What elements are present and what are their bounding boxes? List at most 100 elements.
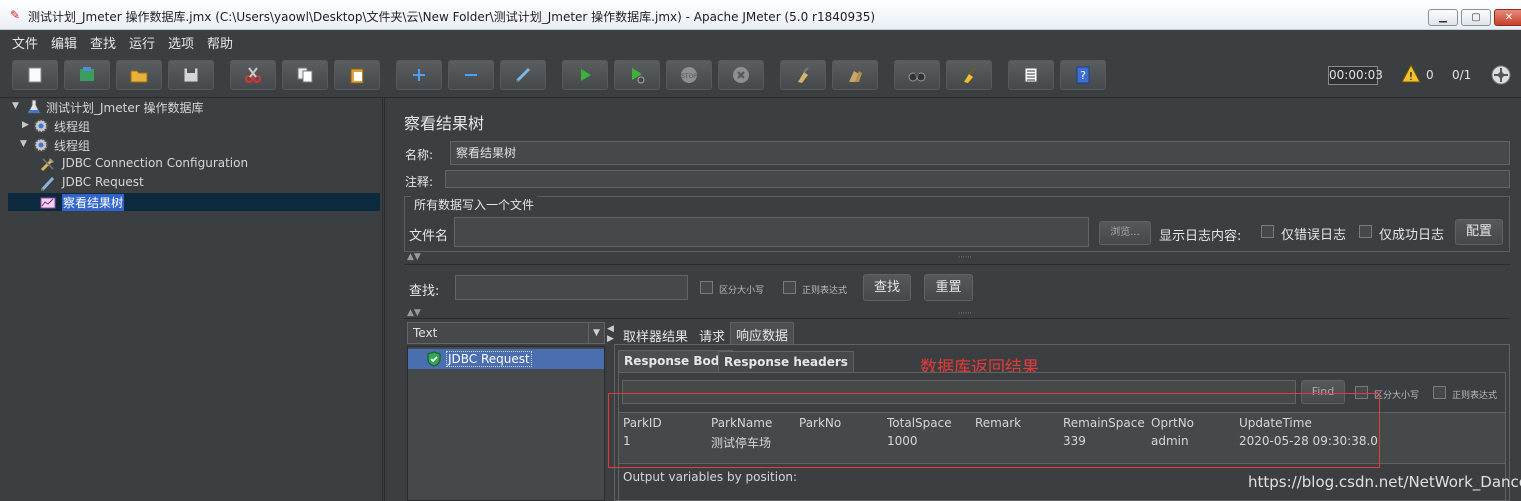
configure-button[interactable]: 配置: [1455, 219, 1503, 245]
tree-collapsed-icon[interactable]: ▶: [22, 120, 32, 130]
search-input[interactable]: [455, 275, 688, 300]
subtab-response-body[interactable]: Response Body: [618, 350, 734, 372]
stop-button[interactable]: STOP: [666, 60, 712, 90]
sampler-icon: [40, 176, 55, 191]
browse-button[interactable]: 浏览...: [1099, 221, 1151, 245]
reset-button[interactable]: 重置: [924, 274, 973, 301]
shutdown-button[interactable]: [718, 60, 764, 90]
tree-item-test-plan[interactable]: ▼ 测试计划_Jmeter 操作数据库: [8, 98, 378, 116]
save-icon: [183, 67, 199, 83]
new-icon: [28, 67, 42, 83]
tree-splitter[interactable]: [384, 98, 390, 501]
paste-icon: [350, 68, 364, 84]
menu-search[interactable]: 查找: [90, 33, 116, 52]
chevron-down-icon[interactable]: ▼: [588, 323, 604, 343]
tab-sampler-result[interactable]: 取样器结果: [618, 324, 693, 346]
tree-expanded-icon[interactable]: ▼: [12, 101, 22, 111]
renderer-select[interactable]: Text ▼: [407, 322, 605, 344]
tree-expanded-icon[interactable]: ▼: [20, 139, 30, 149]
collapse-all-button[interactable]: [448, 60, 494, 90]
tab-response-data[interactable]: 响应数据: [730, 322, 795, 344]
filename-label: 文件名: [409, 229, 449, 244]
divider-arrows-icon[interactable]: ▲▼: [407, 252, 421, 262]
tree-item-jdbc-config[interactable]: JDBC Connection Configuration: [8, 155, 378, 173]
function-helper-button[interactable]: [1008, 60, 1054, 90]
find-button[interactable]: 查找: [863, 274, 911, 301]
expand-all-button[interactable]: [396, 60, 442, 90]
start-no-pause-button[interactable]: [614, 60, 660, 90]
templates-button[interactable]: [64, 60, 110, 90]
new-button[interactable]: [12, 60, 58, 90]
regex-checkbox[interactable]: [783, 281, 796, 294]
menu-bar: 文件 编辑 查找 运行 选项 帮助: [0, 30, 1521, 52]
warning-icon[interactable]: !: [1401, 64, 1421, 84]
tree-item-label: 线程组: [54, 139, 91, 153]
clear-button[interactable]: [780, 60, 826, 90]
clear-all-button[interactable]: [832, 60, 878, 90]
errors-only-checkbox[interactable]: [1261, 225, 1274, 238]
reset-search-button[interactable]: [946, 60, 992, 90]
templates-icon: [80, 67, 94, 81]
tree-item-thread-group-1[interactable]: ▶ 线程组: [8, 117, 378, 135]
toggle-icon: [515, 67, 531, 83]
svg-text:!: !: [1409, 70, 1413, 83]
active-threads: 0/1: [1452, 68, 1472, 82]
open-button[interactable]: [116, 60, 162, 90]
split-arrows-icon[interactable]: ◀ ▶: [607, 324, 614, 344]
success-only-label: 仅成功日志: [1379, 228, 1445, 243]
watermark: https://blog.csdn.net/NetWork_Dance: [1248, 473, 1521, 491]
minimize-button[interactable]: ▁: [1428, 9, 1458, 26]
menu-help[interactable]: 帮助: [207, 33, 233, 52]
toggle-button[interactable]: [500, 60, 546, 90]
tree-item-label: 测试计划_Jmeter 操作数据库: [46, 101, 204, 115]
success-shield-icon: [427, 351, 441, 367]
stop-icon: STOP: [681, 67, 697, 83]
toolbar: STOP ?: [0, 52, 1521, 98]
clear-icon: [798, 67, 809, 83]
remote-engines-icon[interactable]: [1490, 64, 1512, 86]
section-divider: [404, 318, 1510, 319]
menu-file[interactable]: 文件: [12, 33, 38, 52]
menu-options[interactable]: 选项: [168, 33, 194, 52]
case-sensitive-checkbox[interactable]: [700, 281, 713, 294]
log-content-label: 显示日志内容:: [1159, 229, 1242, 244]
tab-request[interactable]: 请求: [694, 324, 730, 346]
panel-title: 察看结果树: [404, 114, 485, 133]
tree-item-label: 线程组: [54, 120, 91, 134]
divider-arrows-icon[interactable]: ▲▼: [407, 308, 421, 318]
success-only-checkbox[interactable]: [1359, 225, 1372, 238]
divider-grip-icon[interactable]: ⋯⋯: [958, 309, 972, 317]
case-sensitive-label: 区分大小写: [719, 286, 765, 296]
copy-button[interactable]: [282, 60, 328, 90]
save-button[interactable]: [168, 60, 214, 90]
menu-edit[interactable]: 编辑: [51, 33, 77, 52]
close-button[interactable]: ✕: [1494, 9, 1521, 26]
subtab-response-headers[interactable]: Response headers: [718, 351, 854, 373]
response-regex-checkbox[interactable]: [1433, 386, 1446, 399]
name-input[interactable]: 察看结果树: [450, 141, 1510, 165]
window-title: 测试计划_Jmeter 操作数据库.jmx (C:\Users\yaowl\De…: [28, 10, 876, 24]
svg-text:STOP: STOP: [681, 73, 697, 80]
tree-item-view-results-tree[interactable]: 察看结果树: [8, 193, 380, 211]
paste-button[interactable]: [334, 60, 380, 90]
elapsed-timer: 00:00:03: [1328, 66, 1383, 85]
menu-run[interactable]: 运行: [129, 33, 155, 52]
write-to-file-legend: 所有数据写入一个文件: [411, 196, 538, 213]
tree-item-thread-group-2[interactable]: ▼ 线程组: [8, 136, 378, 154]
config-icon: [40, 158, 54, 172]
annotation-highlight-box: [608, 393, 1380, 468]
cut-button[interactable]: [230, 60, 276, 90]
filename-input[interactable]: [454, 217, 1089, 247]
tree-item-jdbc-request[interactable]: JDBC Request: [8, 174, 378, 192]
search-button[interactable]: [894, 60, 940, 90]
warning-count: 0: [1426, 68, 1434, 82]
open-icon: [130, 70, 148, 83]
sample-result-row[interactable]: JDBC Request: [408, 349, 604, 369]
maximize-button[interactable]: ▢: [1461, 9, 1491, 26]
listener-icon: [40, 197, 56, 209]
divider-grip-icon[interactable]: ⋯⋯: [958, 253, 972, 261]
help-button[interactable]: ?: [1060, 60, 1106, 90]
comment-input[interactable]: [445, 170, 1510, 188]
test-plan-icon: [27, 99, 41, 114]
start-button[interactable]: [562, 60, 608, 90]
